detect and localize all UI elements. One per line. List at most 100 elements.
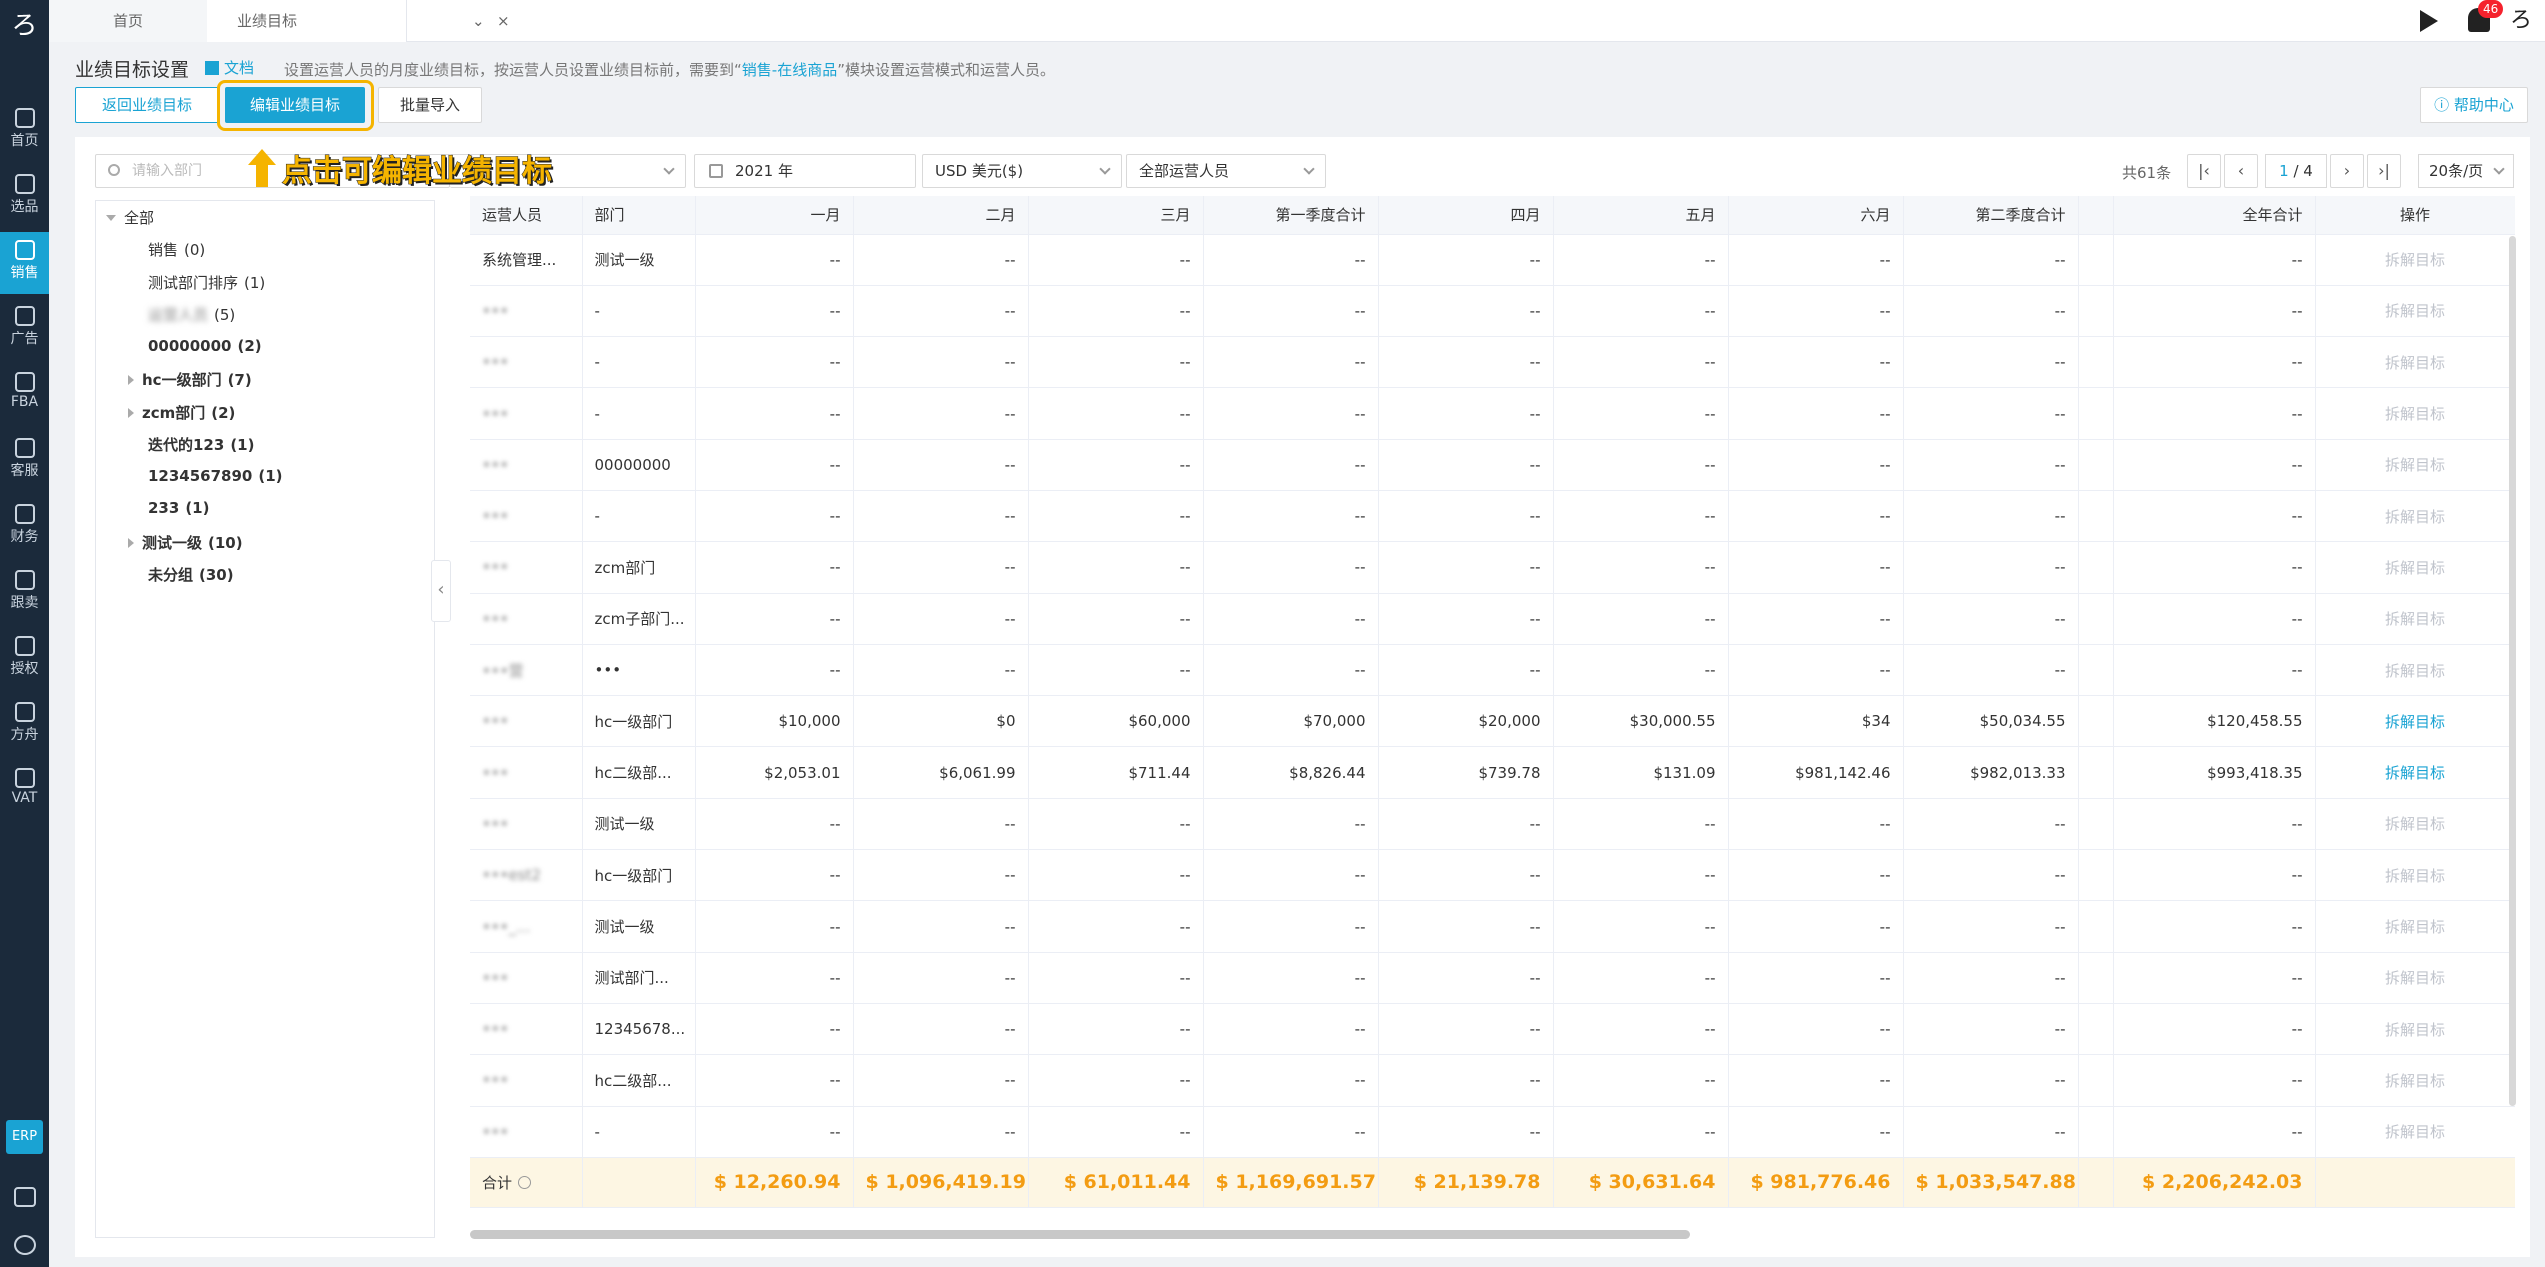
- sidebar-item-10[interactable]: VAT: [0, 760, 49, 822]
- column-header[interactable]: 三月: [1028, 196, 1204, 235]
- doc-link[interactable]: 文档: [205, 57, 254, 78]
- split-target-link[interactable]: 拆解目标: [2315, 541, 2515, 594]
- column-header[interactable]: 二月: [853, 196, 1029, 235]
- split-target-link[interactable]: 拆解目标: [2315, 900, 2515, 953]
- split-target-link[interactable]: 拆解目标: [2315, 336, 2515, 389]
- tree-node[interactable]: 未分组 (30): [148, 564, 234, 585]
- split-target-link[interactable]: 拆解目标: [2315, 798, 2515, 851]
- table-cell: --: [853, 439, 1029, 491]
- caret-right-icon[interactable]: [128, 407, 134, 418]
- first-page-icon[interactable]: |‹: [2187, 154, 2221, 188]
- sidebar-item-8[interactable]: 授权: [0, 628, 49, 690]
- total-count: 共61条: [2122, 164, 2172, 182]
- app-logo-icon[interactable]: ろ: [10, 10, 39, 42]
- column-header[interactable]: 五月: [1553, 196, 1729, 235]
- column-header[interactable]: 六月: [1728, 196, 1904, 235]
- prev-page-icon[interactable]: ‹: [2224, 154, 2258, 188]
- vertical-scrollbar[interactable]: [2509, 236, 2516, 1106]
- help-center-button[interactable]: ⓘ 帮助中心: [2420, 87, 2528, 123]
- table-cell: --: [1028, 798, 1204, 851]
- column-header[interactable]: [2078, 196, 2114, 235]
- split-target-link[interactable]: 拆解目标: [2315, 387, 2515, 440]
- column-header[interactable]: 第一季度合计: [1203, 196, 1379, 235]
- back-to-targets-button[interactable]: 返回业绩目标: [75, 87, 219, 123]
- tree-node[interactable]: 233 (1): [148, 499, 209, 517]
- sidebar-item-6[interactable]: 财务: [0, 496, 49, 558]
- year-picker[interactable]: 2021 年: [694, 154, 916, 188]
- info-icon[interactable]: [518, 1175, 532, 1189]
- split-target-link[interactable]: 拆解目标: [2315, 1106, 2515, 1158]
- table-cell: --: [2113, 900, 2316, 953]
- split-target-link[interactable]: 拆解目标: [2315, 746, 2515, 799]
- sidebar-item-5[interactable]: 客服: [0, 430, 49, 492]
- split-target-link[interactable]: 拆解目标: [2315, 593, 2515, 645]
- chevron-down-icon[interactable]: ⌄: [472, 0, 485, 42]
- edit-targets-button[interactable]: 编辑业绩目标: [225, 87, 365, 123]
- tree-node[interactable]: hc一级部门 (7): [128, 369, 252, 390]
- horizontal-scrollbar[interactable]: [470, 1230, 1690, 1239]
- column-header[interactable]: 运营人员: [470, 196, 583, 235]
- close-icon[interactable]: ×: [497, 0, 510, 42]
- split-target-link[interactable]: 拆解目标: [2315, 439, 2515, 491]
- tree-node[interactable]: 运营人员 (5): [148, 304, 235, 325]
- page-size-select[interactable]: 20条/页: [2418, 154, 2514, 188]
- tree-node[interactable]: 测试部门排序 (1): [148, 272, 265, 293]
- sidebar-item-2[interactable]: 销售: [0, 232, 49, 294]
- last-page-icon[interactable]: ›|: [2367, 154, 2401, 188]
- sidebar-item-1[interactable]: 选品: [0, 166, 49, 228]
- user-avatar-icon[interactable]: ろ: [2508, 8, 2534, 34]
- sidebar-item-4[interactable]: FBA: [0, 364, 49, 426]
- erp-button[interactable]: ERP: [6, 1120, 43, 1154]
- table-cell: --: [1553, 234, 1729, 286]
- table-row: •••est2 hc一级部门 -- -- -- -- -- -- -- -- -- 拆解目标: [470, 849, 2515, 902]
- play-icon[interactable]: [2420, 10, 2438, 32]
- column-header[interactable]: 四月: [1378, 196, 1554, 235]
- tree-root[interactable]: 全部: [106, 207, 154, 228]
- collapse-tree-icon[interactable]: ‹: [431, 560, 451, 622]
- split-target-link[interactable]: 拆解目标: [2315, 1054, 2515, 1107]
- split-target-link[interactable]: 拆解目标: [2315, 490, 2515, 543]
- table-cell: --: [695, 1054, 854, 1107]
- caret-right-icon[interactable]: [128, 537, 134, 548]
- split-target-link[interactable]: 拆解目标: [2315, 1003, 2515, 1056]
- column-header[interactable]: 第二季度合计: [1903, 196, 2079, 235]
- split-target-link[interactable]: 拆解目标: [2315, 234, 2515, 286]
- tab-performance-target[interactable]: 业绩目标 ⌄ ×: [207, 0, 510, 42]
- split-target-link[interactable]: 拆解目标: [2315, 285, 2515, 338]
- split-target-link[interactable]: 拆解目标: [2315, 644, 2515, 697]
- tree-node[interactable]: 测试一级 (10): [128, 532, 243, 553]
- column-header[interactable]: 一月: [695, 196, 854, 235]
- caret-down-icon[interactable]: [106, 215, 116, 221]
- sidebar-item-9[interactable]: 方舟: [0, 694, 49, 756]
- sidebar-item-7[interactable]: 跟卖: [0, 562, 49, 624]
- tree-node[interactable]: zcm部门 (2): [128, 402, 235, 423]
- bulk-import-button[interactable]: 批量导入: [378, 87, 482, 123]
- caret-right-icon[interactable]: [128, 375, 134, 385]
- summary-cell: $ 1,096,419.19: [853, 1157, 1029, 1208]
- table-cell: --: [1553, 285, 1729, 338]
- tree-node[interactable]: 迭代的123 (1): [148, 434, 254, 455]
- online-products-link[interactable]: 销售-在线商品: [742, 61, 837, 79]
- column-header[interactable]: 全年合计: [2113, 196, 2316, 235]
- table-cell: •••: [470, 1054, 583, 1107]
- currency-select[interactable]: USD 美元($): [922, 154, 1122, 188]
- book-icon: [205, 61, 219, 75]
- printer-icon[interactable]: [14, 1187, 36, 1207]
- tree-node[interactable]: 销售 (0): [148, 239, 205, 260]
- operator-select[interactable]: 全部运营人员: [1126, 154, 1326, 188]
- account-icon[interactable]: [14, 1235, 36, 1255]
- help-label: 帮助中心: [2453, 96, 2514, 114]
- page-indicator[interactable]: 1 / 4: [2265, 154, 2327, 188]
- table-cell: --: [1378, 644, 1554, 697]
- split-target-link[interactable]: 拆解目标: [2315, 695, 2515, 748]
- table-cell: --: [853, 1003, 1029, 1056]
- split-target-link[interactable]: 拆解目标: [2315, 952, 2515, 1004]
- tree-node[interactable]: 1234567890 (1): [148, 467, 283, 485]
- sidebar-item-3[interactable]: 广告: [0, 298, 49, 360]
- next-page-icon[interactable]: ›: [2330, 154, 2364, 188]
- tree-node[interactable]: 00000000 (2): [148, 337, 262, 355]
- tab-home[interactable]: 首页: [49, 0, 207, 42]
- column-header[interactable]: 部门: [582, 196, 696, 235]
- split-target-link[interactable]: 拆解目标: [2315, 849, 2515, 902]
- sidebar-item-0[interactable]: 首页: [0, 100, 49, 162]
